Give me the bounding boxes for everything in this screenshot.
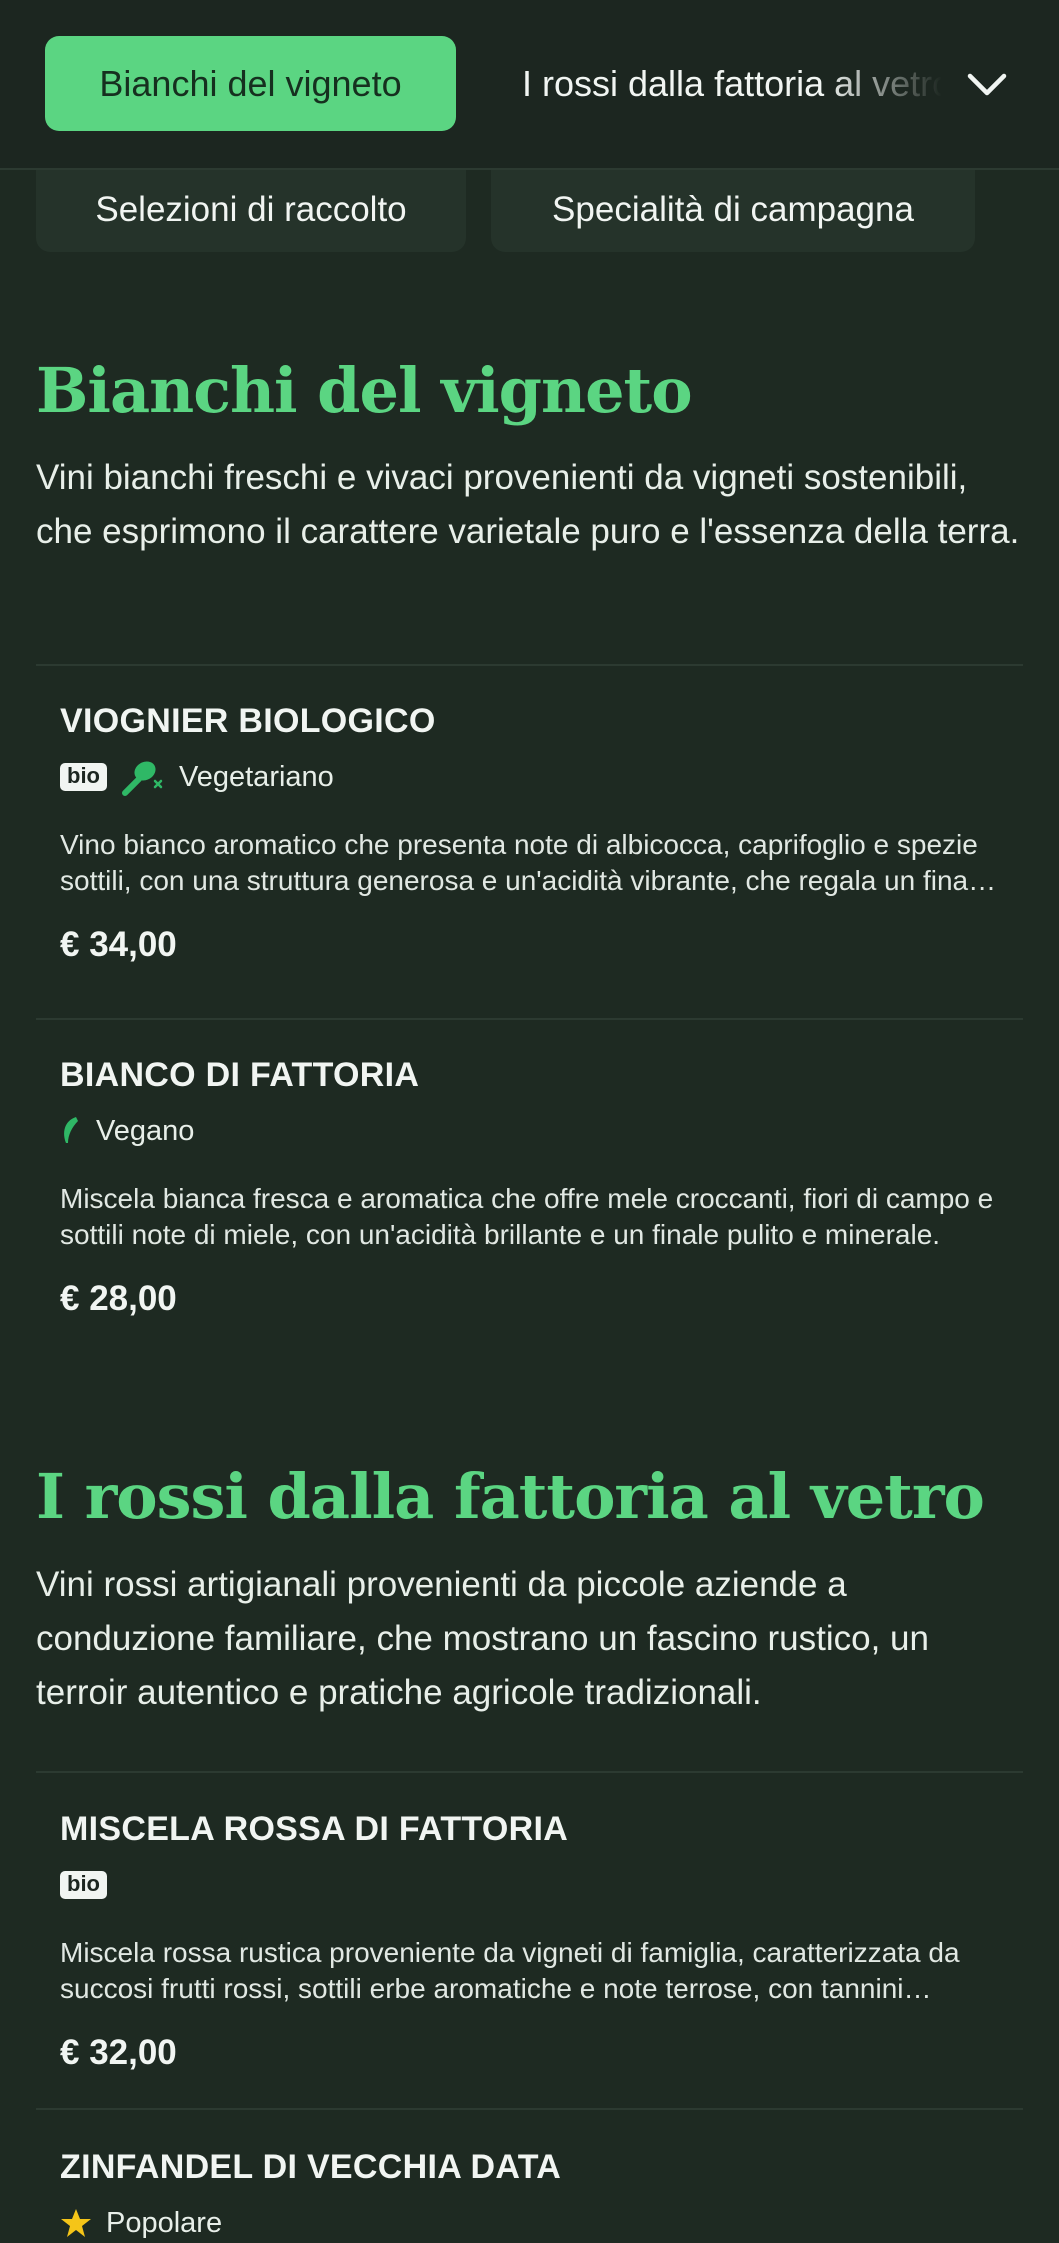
menu-item[interactable]: BIANCO DI FATTORIA Vegano Miscela bianca… xyxy=(60,1056,1010,1319)
item-name: BIANCO DI FATTORIA xyxy=(60,1056,420,1094)
item-name: VIOGNIER BIOLOGICO xyxy=(60,702,436,740)
bio-badge: bio xyxy=(60,763,107,791)
item-tags: Popolare xyxy=(60,2203,1010,2243)
item-tags: Vegano xyxy=(60,1111,1010,1151)
divider xyxy=(36,2108,1023,2110)
item-price: € 34,00 xyxy=(60,925,177,964)
item-tags: bio xyxy=(60,1865,1010,1905)
item-description: Miscela bianca fresca e aromatica che of… xyxy=(60,1183,994,1250)
chevron-down-icon[interactable] xyxy=(962,60,1012,110)
item-tags: bio Vegetariano xyxy=(60,757,1010,797)
item-description: Vino bianco aromatico che presenta note … xyxy=(60,829,990,896)
section-description: Vini bianchi freschi e vivaci provenient… xyxy=(36,458,1020,551)
category-nav: Bianchi del vigneto I rossi dalla fattor… xyxy=(0,0,1059,170)
category-tab-active[interactable]: Bianchi del vigneto xyxy=(45,36,456,131)
divider xyxy=(36,664,1023,666)
subcategory-row: Selezioni di raccolto Specialità di camp… xyxy=(0,168,1059,254)
menu-item[interactable]: VIOGNIER BIOLOGICO bio Vegetariano Vino … xyxy=(60,702,1010,965)
category-tab-next[interactable]: I rossi dalla fattoria al vetro xyxy=(522,36,942,131)
section-description: Vini rossi artigianali provenienti da pi… xyxy=(36,1565,929,1712)
section-title: Bianchi del vigneto xyxy=(36,354,693,427)
item-description: Miscela rossa rustica proveniente da vig… xyxy=(60,1937,960,2004)
bio-badge: bio xyxy=(60,1871,107,1899)
subcategory-tab[interactable]: Specialità di campagna xyxy=(491,168,975,252)
tag-label: Vegetariano xyxy=(179,760,334,793)
subcategory-tab[interactable]: Selezioni di raccolto xyxy=(36,168,466,252)
menu-item[interactable]: MISCELA ROSSA DI FATTORIA bio Miscela ro… xyxy=(60,1810,1010,2073)
item-price: € 32,00 xyxy=(60,2033,177,2072)
divider xyxy=(36,1771,1023,1773)
vegetarian-icon xyxy=(122,761,163,796)
menu-item[interactable]: ZINFANDEL DI VECCHIA DATA Popolare xyxy=(60,2148,1010,2243)
item-name: ZINFANDEL DI VECCHIA DATA xyxy=(60,2148,562,2186)
tag-label: Vegano xyxy=(96,1114,195,1147)
item-name: MISCELA ROSSA DI FATTORIA xyxy=(60,1810,569,1848)
vegan-leaf-icon xyxy=(64,1117,78,1143)
item-price: € 28,00 xyxy=(60,1279,177,1318)
star-icon xyxy=(61,2209,91,2237)
divider xyxy=(36,1018,1023,1020)
section-title: I rossi dalla fattoria al vetro xyxy=(36,1460,985,1533)
